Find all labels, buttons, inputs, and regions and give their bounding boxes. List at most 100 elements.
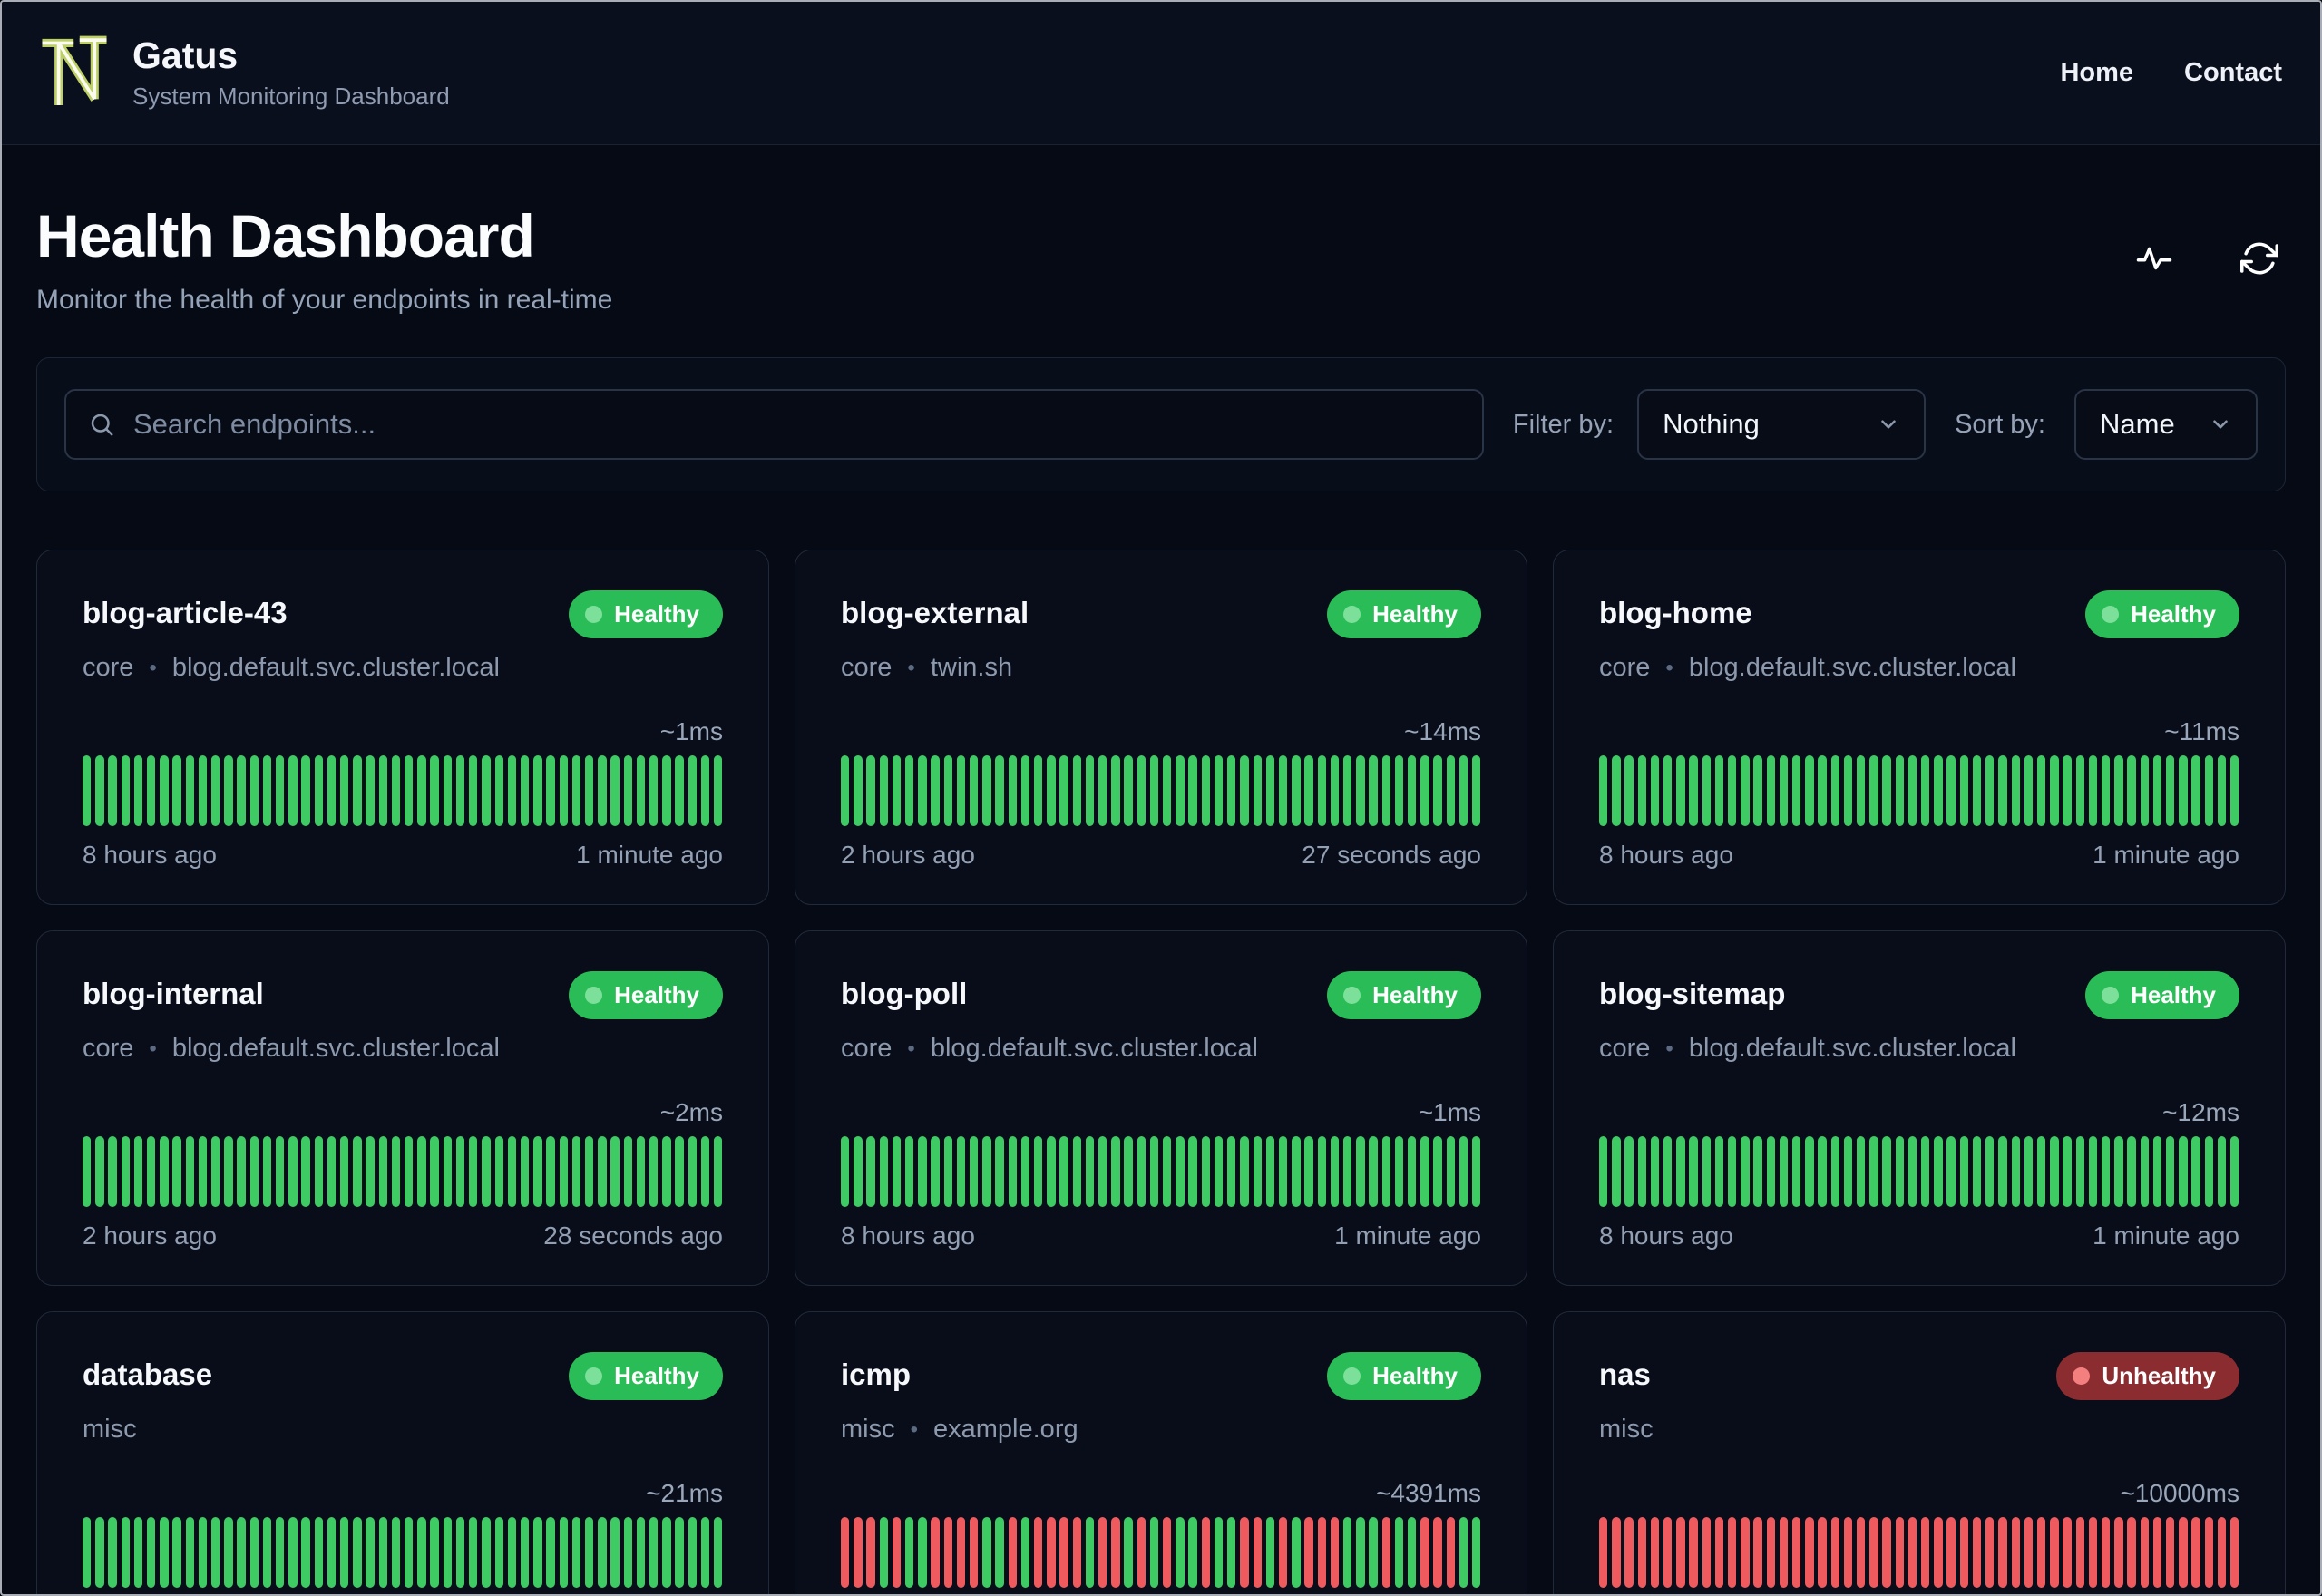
uptime-bar-success (1907, 755, 1917, 826)
uptime-bar-success (1663, 755, 1673, 826)
nav-link-contact[interactable]: Contact (2184, 58, 2282, 88)
uptime-bar-success (1188, 755, 1197, 826)
uptime-bar-success (494, 1517, 503, 1588)
uptime-bar-success (378, 1136, 388, 1207)
uptime-bar-success (2204, 1136, 2213, 1207)
endpoint-grid: blog-article-43 Healthy core • blog.defa… (36, 550, 2286, 1594)
uptime-bar-success (1278, 755, 1288, 826)
uptime-bar-success (1959, 1136, 1969, 1207)
sort-select[interactable]: Name (2074, 389, 2258, 460)
card-head: blog-sitemap Healthy (1599, 971, 2239, 1019)
page-subtitle: Monitor the health of your endpoints in … (36, 285, 613, 315)
endpoint-card[interactable]: blog-home Healthy core • blog.default.sv… (1553, 550, 2286, 905)
latency-label: ~1ms (1418, 1098, 1481, 1126)
uptime-bar-success (1369, 1517, 1378, 1588)
uptime-bar-success (675, 1136, 684, 1207)
uptime-bar-failure (2165, 1517, 2175, 1588)
app-window: Gatus System Monitoring Dashboard Home C… (0, 0, 2322, 1596)
uptime-bar-success (1085, 1136, 1095, 1207)
filter-select[interactable]: Nothing (1637, 389, 1927, 460)
uptime-bar-success (455, 1517, 465, 1588)
endpoint-card[interactable]: nas Unhealthy misc ~10000ms 8 hours ago … (1553, 1311, 2286, 1594)
uptime-bar-success (1998, 1136, 2007, 1207)
endpoint-group: misc (841, 1415, 895, 1444)
uptime-bar-success (1895, 1136, 1905, 1207)
uptime-bar-failure (1163, 1517, 1172, 1588)
uptime-bar-failure (2114, 1517, 2123, 1588)
uptime-bar-success (417, 755, 426, 826)
uptime-bar-success (1741, 1136, 1750, 1207)
search-box[interactable] (64, 389, 1484, 460)
uptime-bar-failure (1972, 1517, 1982, 1588)
uptime-bar-success (1741, 755, 1750, 826)
uptime-bar-success (1753, 755, 1762, 826)
endpoint-host: blog.default.svc.cluster.local (1688, 1034, 2016, 1063)
uptime-bar-success (1227, 755, 1236, 826)
uptime-bar-failure (1830, 1517, 1840, 1588)
endpoint-card[interactable]: database Healthy misc ~21ms 8 hours ago … (36, 1311, 769, 1594)
endpoint-host: blog.default.svc.cluster.local (171, 1034, 500, 1063)
uptime-bar-success (366, 1136, 375, 1207)
uptime-bar-success (1292, 1517, 1301, 1588)
uptime-bar-success (1843, 755, 1853, 826)
uptime-bar-failure (1278, 1517, 1288, 1588)
uptime-bar-success (1869, 755, 1878, 826)
uptime-bar-success (1985, 1136, 1995, 1207)
endpoint-card[interactable]: blog-internal Healthy core • blog.defaul… (36, 930, 769, 1286)
endpoint-card[interactable]: icmp Healthy misc • example.org ~4391ms … (795, 1311, 1527, 1594)
meta-separator: • (910, 1416, 919, 1442)
uptime-bar-success (1882, 1136, 1891, 1207)
endpoint-name: blog-poll (841, 977, 968, 1010)
uptime-bar-success (1972, 1136, 1982, 1207)
uptime-bar-success (443, 755, 453, 826)
uptime-bar-success (918, 755, 927, 826)
meta-separator: • (149, 1036, 157, 1061)
oldest-time: 8 hours ago (83, 841, 217, 869)
uptime-bar-success (598, 1136, 607, 1207)
page-head-text: Health Dashboard Monitor the health of y… (36, 201, 612, 316)
uptime-bar-success (83, 1517, 92, 1588)
uptime-bar-failure (2140, 1517, 2149, 1588)
uptime-bar-success (662, 1517, 671, 1588)
uptime-bar-failure (1728, 1517, 1737, 1588)
refresh-icon[interactable] (2240, 239, 2278, 277)
uptime-bar-success (1946, 755, 1956, 826)
uptime-bar-success (469, 1517, 478, 1588)
endpoint-meta: misc • example.org (841, 1415, 1481, 1445)
endpoint-card[interactable]: blog-article-43 Healthy core • blog.defa… (36, 550, 769, 905)
oldest-time: 8 hours ago (1599, 1221, 1733, 1250)
uptime-bar-success (1059, 755, 1068, 826)
uptime-bar-success (455, 755, 465, 826)
uptime-bar-success (1124, 1517, 1133, 1588)
endpoint-card[interactable]: blog-external Healthy core • twin.sh ~14… (795, 550, 1527, 905)
endpoint-card[interactable]: blog-poll Healthy core • blog.default.sv… (795, 930, 1527, 1286)
uptime-bar-success (2127, 1136, 2136, 1207)
uptime-bar-success (649, 755, 659, 826)
nav-link-home[interactable]: Home (2060, 58, 2133, 88)
uptime-bar-success (2063, 1136, 2072, 1207)
card-head: blog-internal Healthy (83, 971, 723, 1019)
uptime-bar-success (1714, 755, 1724, 826)
time-range: 8 hours ago 1 minute ago (841, 1221, 1481, 1251)
uptime-bar-success (430, 1136, 439, 1207)
uptime-bar-success (224, 1517, 233, 1588)
uptime-bar-success (995, 1136, 1004, 1207)
uptime-bar-failure (1420, 1517, 1429, 1588)
activity-pulse-icon[interactable] (2135, 239, 2173, 277)
search-input[interactable] (132, 407, 1460, 442)
uptime-bars (1599, 1136, 2239, 1207)
uptime-bar-failure (1137, 1517, 1146, 1588)
uptime-bar-success (185, 1136, 195, 1207)
uptime-bar-success (571, 1517, 581, 1588)
uptime-bar-failure (1663, 1517, 1673, 1588)
latency-label: ~4391ms (1376, 1479, 1481, 1507)
uptime-bar-success (353, 1136, 362, 1207)
uptime-bar-success (314, 1136, 324, 1207)
endpoint-card[interactable]: blog-sitemap Healthy core • blog.default… (1553, 930, 2286, 1286)
uptime-bar-success (1869, 1136, 1878, 1207)
newest-time: 1 minute ago (2093, 1221, 2239, 1250)
uptime-bar-success (1407, 1136, 1417, 1207)
brand-name: Gatus (132, 34, 239, 76)
uptime-bar-success (443, 1517, 453, 1588)
search-icon (91, 414, 113, 436)
